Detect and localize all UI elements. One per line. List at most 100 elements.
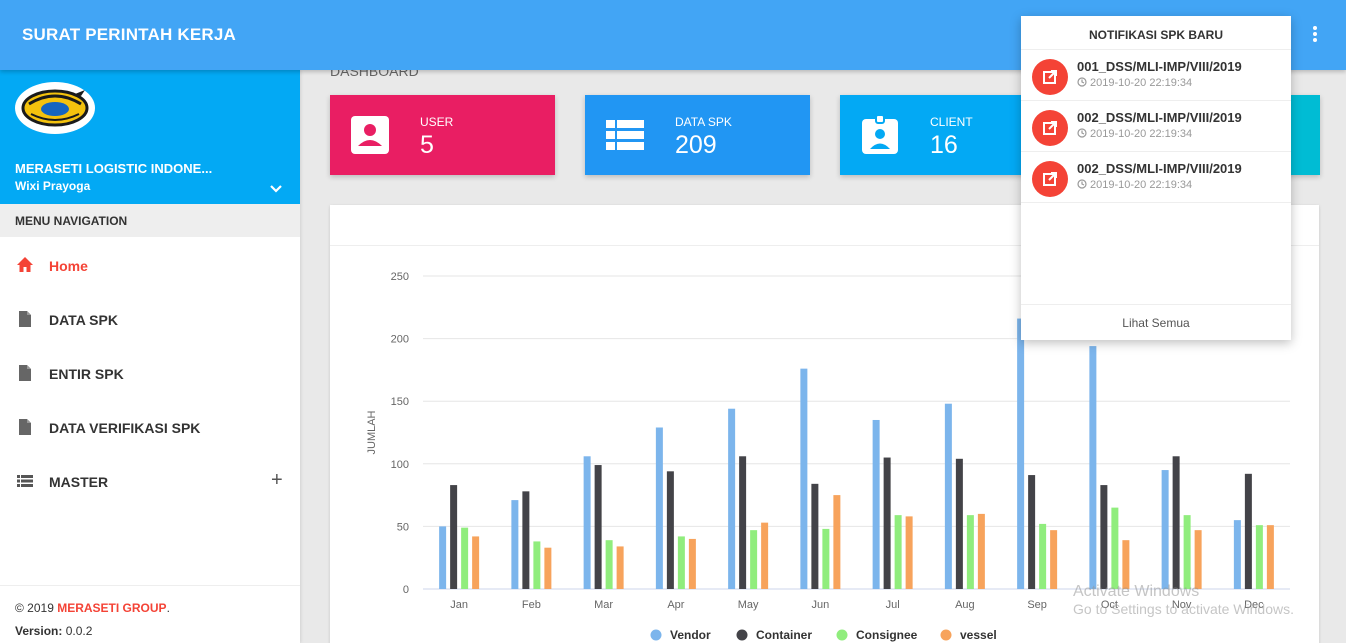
brand-link[interactable]: MERASETI GROUP (57, 601, 166, 615)
info-box-user[interactable]: USER 5 (330, 95, 555, 175)
bar-container (811, 483, 819, 589)
legend-label: vessel (960, 628, 997, 642)
sidebar-item-home[interactable]: Home (0, 237, 300, 291)
bar-vessel (1050, 530, 1058, 589)
bar-vessel (688, 538, 696, 589)
watermark-line2: Go to Settings to activate Windows. (1073, 601, 1294, 618)
expand-plus-icon[interactable]: + (271, 469, 283, 492)
sidebar-item-data-spk[interactable]: DATA SPK (0, 291, 300, 345)
list-icon (606, 120, 644, 150)
company-logo (15, 82, 95, 134)
x-tick-label: Apr (667, 599, 684, 611)
legend-label: Container (756, 628, 812, 642)
notification-item[interactable]: 001_DSS/MLI-IMP/VIII/2019 2019-10-20 22:… (1021, 50, 1291, 101)
bar-container (1100, 485, 1108, 589)
y-tick-label: 50 (397, 521, 409, 533)
x-tick-label: Feb (522, 599, 541, 611)
bar-vendor (655, 427, 663, 589)
file-icon (19, 419, 31, 435)
x-tick-label: Jan (450, 599, 468, 611)
bar-vendor (1161, 470, 1169, 589)
sidebar-item-entir-spk[interactable]: ENTIR SPK (0, 345, 300, 399)
notification-time-text: 2019-10-20 22:19:34 (1090, 179, 1193, 191)
list-icon (17, 475, 33, 487)
bar-vessel (905, 516, 913, 589)
notification-dropdown: NOTIFIKASI SPK BARU 001_DSS/MLI-IMP/VIII… (1021, 16, 1291, 340)
version-label: Version: (15, 624, 63, 638)
info-box-value: 209 (675, 131, 717, 159)
notification-time: 2019-10-20 22:19:34 (1077, 77, 1192, 89)
bar-vessel (616, 546, 624, 589)
info-box-value: 5 (420, 131, 434, 159)
notification-time-text: 2019-10-20 22:19:34 (1090, 128, 1193, 140)
notification-title: 002_DSS/MLI-IMP/VIII/2019 (1077, 161, 1242, 176)
x-tick-label: Jul (886, 599, 900, 611)
legend-marker (736, 629, 748, 641)
file-icon (19, 311, 31, 327)
see-all-link[interactable]: Lihat Semua (1021, 304, 1291, 340)
info-box-label: CLIENT (930, 115, 973, 129)
version-value: 0.0.2 (65, 624, 93, 638)
bar-consignee (894, 515, 902, 589)
bar-vessel (833, 495, 841, 589)
bar-vendor (511, 500, 519, 589)
y-tick-label: 0 (403, 584, 409, 596)
bar-container (450, 485, 458, 589)
notification-title: 002_DSS/MLI-IMP/VIII/2019 (1077, 110, 1242, 125)
menu-header: MENU NAVIGATION (0, 204, 300, 237)
notification-item[interactable]: 002_DSS/MLI-IMP/VIII/2019 2019-10-20 22:… (1021, 101, 1291, 152)
y-tick-label: 200 (391, 334, 409, 346)
sidebar-item-label: DATA SPK (49, 312, 118, 328)
legend-label: Vendor (670, 628, 711, 642)
bar-consignee (677, 536, 685, 589)
chevron-down-icon[interactable] (268, 181, 284, 197)
bar-consignee (605, 540, 613, 589)
sidebar-item-data-verifikasi-spk[interactable]: DATA VERIFIKASI SPK (0, 399, 300, 453)
x-tick-label: Aug (955, 599, 975, 611)
bar-vessel (977, 513, 985, 589)
home-icon (17, 257, 33, 272)
bar-consignee (461, 527, 469, 589)
y-tick-label: 150 (391, 396, 409, 408)
bar-container (883, 457, 891, 589)
bar-vendor (728, 408, 736, 589)
sidebar-footer: © 2019 MERASETI GROUP. Version: 0.0.2 (0, 585, 300, 643)
bar-vessel (761, 522, 769, 589)
open-in-new-icon (1032, 110, 1068, 146)
notification-title: 001_DSS/MLI-IMP/VIII/2019 (1077, 59, 1242, 74)
notification-time: 2019-10-20 22:19:34 (1077, 128, 1192, 140)
y-axis-label: JUMLAH (366, 410, 378, 454)
badge-icon (862, 115, 898, 154)
legend-marker (940, 629, 952, 641)
info-box-value: 16 (930, 131, 958, 159)
copyright-text: © 2019 (15, 601, 58, 615)
legend-label: Consignee (856, 628, 918, 642)
bar-container (1244, 473, 1252, 589)
bar-container (522, 491, 530, 589)
bar-container (1028, 475, 1036, 589)
notification-item[interactable]: 002_DSS/MLI-IMP/VIII/2019 2019-10-20 22:… (1021, 152, 1291, 203)
bar-vendor (1089, 346, 1097, 589)
bar-container (594, 465, 602, 589)
open-in-new-icon (1032, 59, 1068, 95)
legend-marker (650, 629, 662, 641)
notification-header: NOTIFIKASI SPK BARU (1021, 16, 1291, 50)
notification-time: 2019-10-20 22:19:34 (1077, 179, 1192, 191)
y-tick-label: 250 (391, 271, 409, 283)
bar-consignee (533, 541, 541, 589)
x-tick-label: Sep (1027, 599, 1047, 611)
bar-container (955, 458, 963, 589)
more-vert-icon[interactable] (1305, 24, 1325, 48)
x-tick-label: May (738, 599, 759, 611)
file-icon (19, 365, 31, 381)
bar-container (739, 456, 747, 589)
sidebar-item-label: Home (49, 258, 88, 274)
bar-vessel (472, 536, 480, 589)
sidebar-item-master[interactable]: MASTER + (0, 453, 300, 507)
windows-activation-watermark: Activate Windows Go to Settings to activ… (1073, 582, 1294, 618)
bar-vendor (800, 368, 808, 589)
info-box-data-spk[interactable]: DATA SPK 209 (585, 95, 810, 175)
user-card-icon (351, 116, 389, 154)
clock-icon (1077, 77, 1087, 87)
app-title[interactable]: SURAT PERINTAH KERJA (22, 25, 236, 45)
